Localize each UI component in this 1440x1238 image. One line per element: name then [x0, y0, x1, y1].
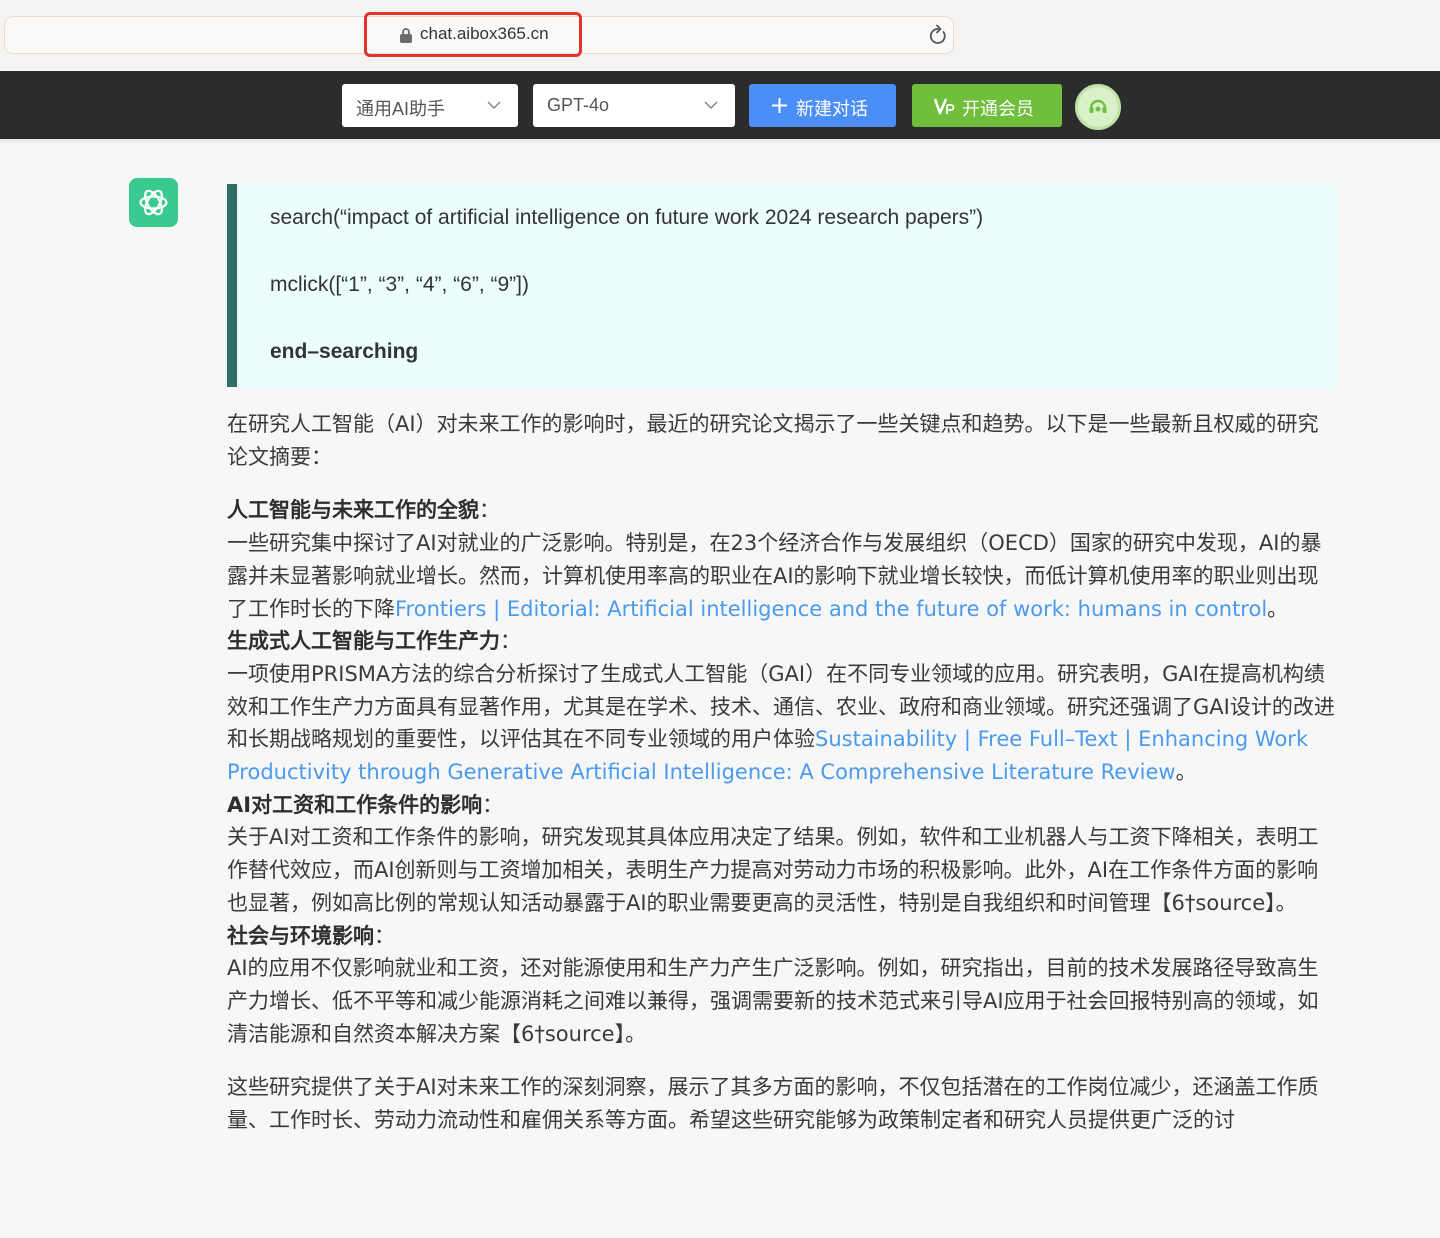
section-title: 生成式人工智能与工作生产力 — [227, 629, 500, 654]
assistant-message-body: 在研究人工智能（AI）对未来工作的影响时，最近的研究论文揭示了一些关键点和趋势。… — [227, 408, 1337, 1137]
end-searching-line: end–searching — [270, 340, 419, 363]
assistant-select-value: 通用AI助手 — [356, 99, 446, 119]
url-highlight-annotation — [364, 12, 582, 57]
section-paragraph: AI的应用不仅影响就业和工资，还对能源使用和生产力产生广泛影响。例如，研究指出，… — [227, 952, 1337, 1050]
heading-colon: ： — [500, 629, 521, 654]
heading-colon: ： — [482, 792, 504, 817]
new-chat-label: 新建对话 — [796, 99, 868, 120]
chevron-down-icon — [704, 101, 718, 110]
new-chat-button[interactable]: 新建对话 — [749, 84, 896, 127]
vip-label: 开通会员 — [962, 99, 1034, 120]
section-text: AI的应用不仅影响就业和工资，还对能源使用和生产力产生广泛影响。例如，研究指出，… — [227, 956, 1319, 1046]
model-select-value: GPT-4o — [547, 95, 610, 115]
section-paragraph: 一些研究集中探讨了AI对就业的广泛影响。特别是，在23个经济合作与发展组织（OE… — [227, 527, 1337, 625]
mclick-line: mclick([“1”, “3”, “4”, “6”, “9”]) — [270, 273, 529, 296]
section-paragraph: 关于AI对工资和工作条件的影响，研究发现其具体应用决定了结果。例如，软件和工业机… — [227, 821, 1337, 919]
section-heading: 人工智能与未来工作的全貌： — [227, 494, 1337, 527]
source-link[interactable]: Frontiers | Editorial: Artificial intell… — [395, 597, 1267, 621]
conclusion-paragraph: 这些研究提供了关于AI对未来工作的深刻洞察，展示了其多方面的影响，不仅包括潜在的… — [227, 1075, 1319, 1133]
section-heading: 社会与环境影响： — [227, 920, 1337, 953]
section-title: AI对工资和工作条件的影响 — [227, 792, 483, 817]
section-tail: 。 — [1175, 760, 1197, 785]
intro-paragraph: 在研究人工智能（AI）对未来工作的影响时，最近的研究论文揭示了一些关键点和趋势。… — [227, 412, 1319, 469]
assistant-select[interactable]: 通用AI助手 — [342, 84, 518, 127]
chatgpt-logo-icon — [129, 178, 178, 227]
section-text: 关于AI对工资和工作条件的影响，研究发现其具体应用决定了结果。例如，软件和工业机… — [227, 825, 1319, 915]
section-title: 社会与环境影响 — [227, 923, 374, 948]
model-select[interactable]: GPT-4o — [533, 84, 735, 127]
vip-button[interactable]: 开通会员 — [912, 84, 1062, 127]
chevron-down-icon — [487, 101, 501, 110]
heading-colon: ： — [479, 498, 500, 523]
section-heading: 生成式人工智能与工作生产力： — [227, 625, 1337, 658]
section-paragraph: 一项使用PRISMA方法的综合分析探讨了生成式人工智能（GAI）在不同专业领域的… — [227, 658, 1337, 789]
browser-toolbar: chat.aibox365.cn — [0, 0, 1440, 71]
search-query-line: search(“impact of artificial intelligenc… — [270, 206, 984, 229]
toolbar-shadow — [0, 139, 1440, 145]
section-tail: 。 — [1267, 596, 1289, 621]
section-heading: AI对工资和工作条件的影响： — [227, 789, 1337, 822]
section-title: 人工智能与未来工作的全貌 — [227, 498, 479, 523]
reload-icon[interactable] — [928, 24, 948, 46]
support-button[interactable] — [1075, 84, 1121, 130]
heading-colon: ： — [374, 923, 395, 948]
support-icon — [1089, 99, 1107, 113]
plus-icon — [772, 98, 787, 113]
vip-icon — [934, 98, 955, 115]
search-tool-block: search(“impact of artificial intelligenc… — [227, 184, 1337, 387]
